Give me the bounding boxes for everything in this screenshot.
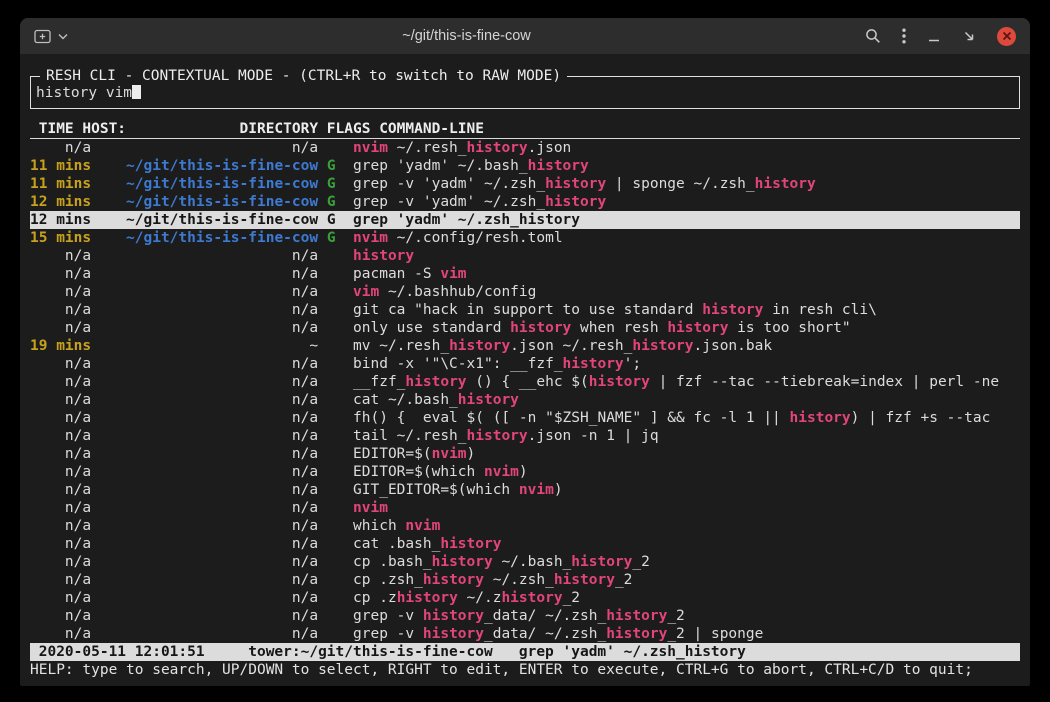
history-row[interactable]: n/a n/a cp .zhistory ~/.zhistory_2: [30, 589, 1020, 607]
history-row[interactable]: n/a n/a EDITOR=$(nvim): [30, 445, 1020, 463]
text-cursor: [132, 84, 141, 99]
minimize-button[interactable]: [927, 29, 941, 43]
history-row[interactable]: n/a n/a cat .bash_history: [30, 535, 1020, 553]
history-row[interactable]: n/a n/a bind -x '"\C-x1": __fzf_history'…: [30, 355, 1020, 373]
history-row[interactable]: n/a n/a nvim ~/.resh_history.json: [30, 139, 1020, 157]
titlebar-right-group: [865, 27, 1016, 46]
history-row[interactable]: n/a n/a cp .bash_history ~/.bash_history…: [30, 553, 1020, 571]
history-row[interactable]: n/a n/a cat ~/.bash_history: [30, 391, 1020, 409]
table-header: TIME HOST: DIRECTORY FLAGS COMMAND-LINE: [30, 120, 1020, 139]
history-row[interactable]: 19 mins ~ mv ~/.resh_history.json ~/.res…: [30, 337, 1020, 355]
history-row[interactable]: n/a n/a only use standard history when r…: [30, 319, 1020, 337]
restore-button[interactable]: [962, 29, 976, 43]
history-row[interactable]: 11 mins ~/git/this-is-fine-cow G grep -v…: [30, 175, 1020, 193]
history-row[interactable]: n/a n/a history: [30, 247, 1020, 265]
search-input[interactable]: history vim: [31, 84, 141, 102]
history-row[interactable]: n/a n/a EDITOR=$(which nvim): [30, 463, 1020, 481]
titlebar-left-group: [34, 29, 68, 44]
status-bar: 2020-05-11 12:01:51 tower:~/git/this-is-…: [30, 643, 1020, 661]
history-row[interactable]: n/a n/a which nvim: [30, 517, 1020, 535]
history-rows: n/a n/a nvim ~/.resh_history.json11 mins…: [30, 139, 1020, 643]
history-row[interactable]: n/a n/a grep -v history_data/ ~/.zsh_his…: [30, 625, 1020, 643]
chevron-down-icon[interactable]: [58, 33, 68, 40]
history-row[interactable]: n/a n/a cp .zsh_history ~/.zsh_history_2: [30, 571, 1020, 589]
history-row[interactable]: 11 mins ~/git/this-is-fine-cow G grep 'y…: [30, 157, 1020, 175]
titlebar: ~/git/this-is-fine-cow: [20, 18, 1030, 54]
history-row[interactable]: n/a n/a __fzf_history () { __ehc $(histo…: [30, 373, 1020, 391]
search-icon[interactable]: [865, 28, 881, 44]
search-box[interactable]: RESH CLI - CONTEXTUAL MODE - (CTRL+R to …: [30, 76, 1020, 109]
new-tab-icon[interactable]: [34, 29, 51, 44]
help-line: HELP: type to search, UP/DOWN to select,…: [30, 661, 1020, 679]
menu-kebab-icon[interactable]: [902, 28, 906, 44]
history-row[interactable]: n/a n/a pacman -S vim: [30, 265, 1020, 283]
search-box-title: RESH CLI - CONTEXTUAL MODE - (CTRL+R to …: [40, 67, 567, 85]
close-button[interactable]: [997, 27, 1016, 46]
terminal-window: ~/git/this-is-fine-cow RESH CLI - CONTEX…: [20, 18, 1030, 686]
search-query: history vim: [36, 85, 132, 101]
history-row[interactable]: 12 mins ~/git/this-is-fine-cow G grep -v…: [30, 193, 1020, 211]
window-title: ~/git/this-is-fine-cow: [68, 28, 865, 44]
close-icon: [1002, 31, 1012, 41]
history-row[interactable]: n/a n/a fh() { eval $( ([ -n "$ZSH_NAME"…: [30, 409, 1020, 427]
history-row[interactable]: n/a n/a vim ~/.bashhub/config: [30, 283, 1020, 301]
history-row[interactable]: 15 mins ~/git/this-is-fine-cow G nvim ~/…: [30, 229, 1020, 247]
history-row[interactable]: n/a n/a tail ~/.resh_history.json -n 1 |…: [30, 427, 1020, 445]
history-row[interactable]: n/a n/a nvim: [30, 499, 1020, 517]
history-row[interactable]: n/a n/a git ca "hack in support to use s…: [30, 301, 1020, 319]
history-row[interactable]: n/a n/a grep -v history_data/ ~/.zsh_his…: [30, 607, 1020, 625]
history-row[interactable]: 12 mins ~/git/this-is-fine-cow G grep 'y…: [30, 211, 1020, 229]
terminal-content: RESH CLI - CONTEXTUAL MODE - (CTRL+R to …: [20, 54, 1030, 679]
history-row[interactable]: n/a n/a GIT_EDITOR=$(which nvim): [30, 481, 1020, 499]
